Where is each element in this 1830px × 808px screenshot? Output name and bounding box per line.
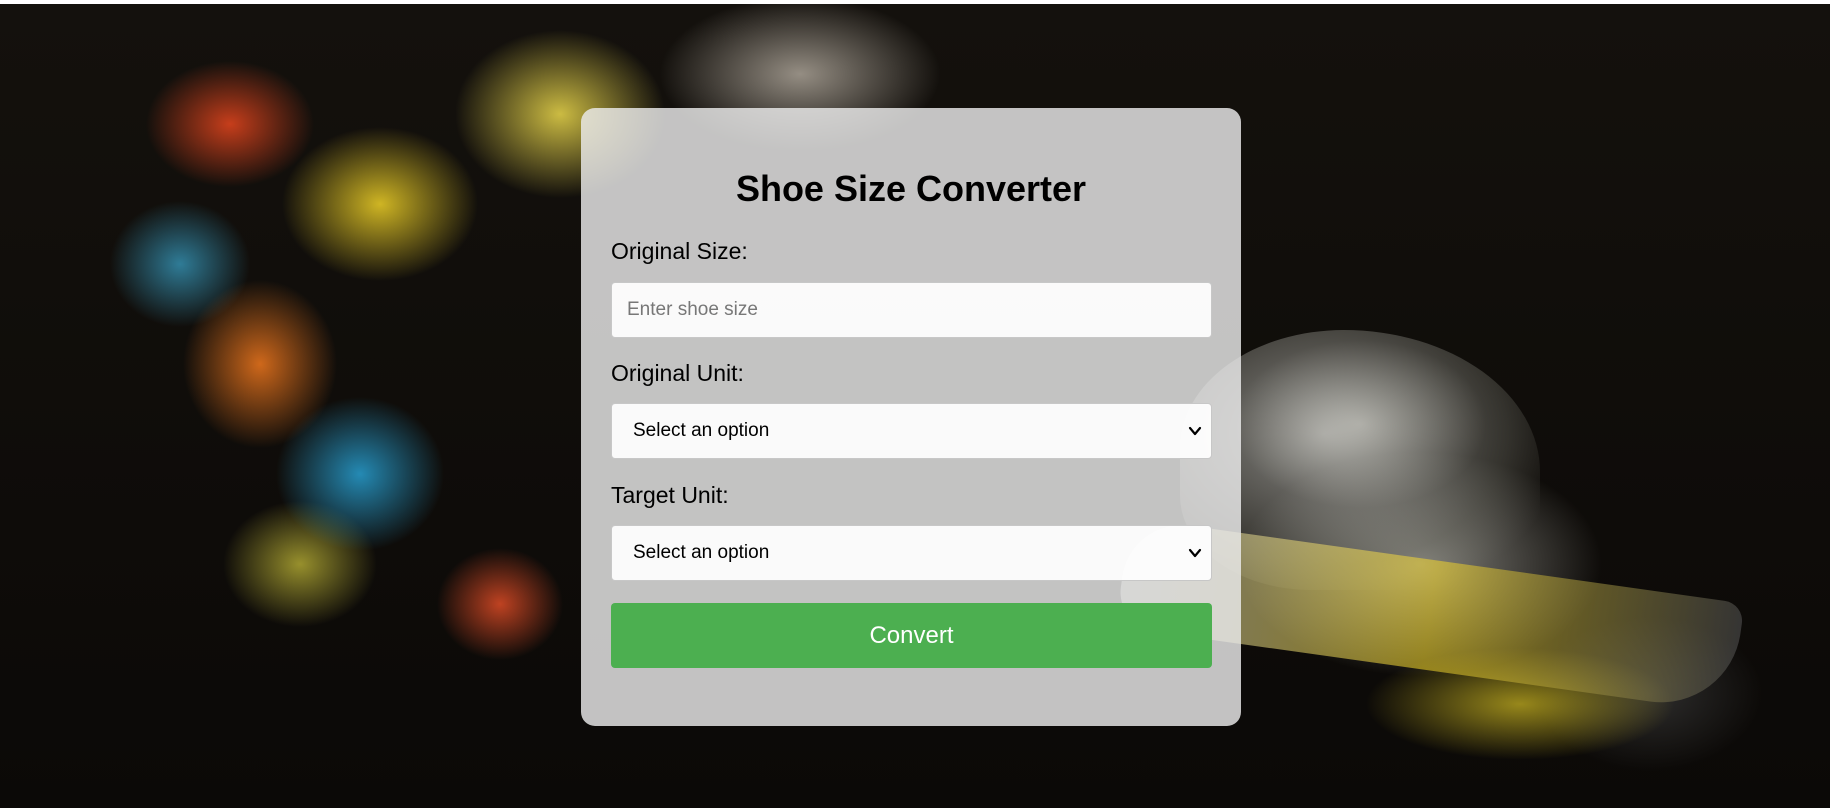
original-size-input[interactable]	[611, 282, 1212, 338]
page-title: Shoe Size Converter	[735, 168, 1087, 209]
target-unit-select[interactable]: Select an option	[611, 525, 1212, 581]
target-unit-selected-value: Select an option	[633, 542, 770, 563]
original-size-label: Original Size:	[611, 238, 748, 264]
chevron-down-icon	[1188, 548, 1202, 558]
chevron-down-icon	[1188, 426, 1202, 436]
original-unit-select[interactable]: Select an option	[611, 403, 1212, 459]
original-unit-selected-value: Select an option	[633, 420, 770, 441]
original-unit-label: Original Unit:	[611, 360, 744, 386]
target-unit-label: Target Unit:	[611, 482, 729, 508]
convert-button[interactable]: Convert	[611, 603, 1212, 668]
converter-card: Shoe Size Converter Original Size: Origi…	[581, 108, 1241, 726]
